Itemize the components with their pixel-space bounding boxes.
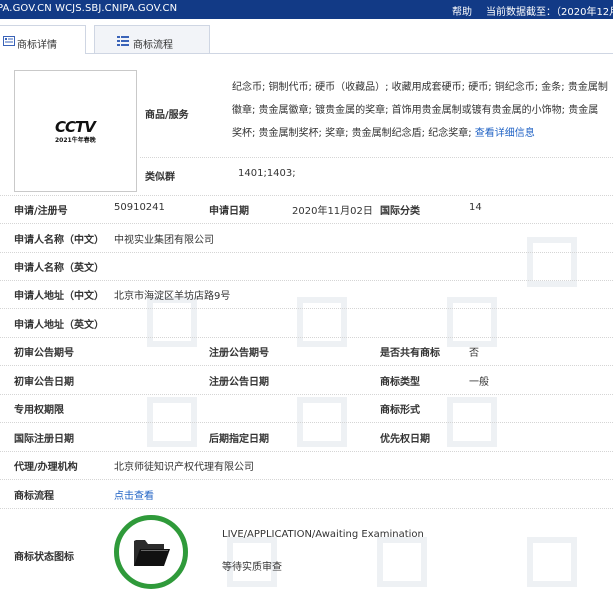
- applicant-addr-cn-value: 北京市海淀区羊坊店路9号: [114, 291, 231, 302]
- later-designation-label: 后期指定日期: [209, 434, 269, 445]
- view-details-link[interactable]: 查看详细信息: [475, 128, 535, 139]
- list-icon: [117, 36, 129, 46]
- divider: [0, 252, 613, 253]
- tab-trademark-details[interactable]: 商标详情: [0, 25, 86, 54]
- tab-trademark-flow[interactable]: 商标流程: [94, 25, 210, 53]
- intl-class-value: 14: [469, 202, 482, 213]
- applicant-name-en-label: 申请人名称（英文）: [14, 263, 104, 274]
- logo-subtitle: 2021牛年春晚: [55, 137, 96, 144]
- status-ring: [114, 515, 188, 589]
- shared-mark-value: 否: [469, 348, 479, 359]
- shared-mark-label: 是否共有商标: [380, 348, 440, 359]
- status-icon-label: 商标状态图标: [14, 552, 74, 563]
- divider: [140, 157, 613, 158]
- applicant-name-cn-value: 中视实业集团有限公司: [114, 235, 214, 246]
- goods-list: 纪念币; 铜制代币; 硬币（收藏品）; 收藏用成套硬币; 硬币; 铜纪念币; 金…: [232, 82, 608, 139]
- divider: [0, 394, 613, 395]
- agent-label: 代理/办理机构: [14, 462, 78, 473]
- divider: [0, 280, 613, 281]
- data-date: 当前数据截至：（2020年12月: [486, 7, 613, 18]
- status-en: LIVE/APPLICATION/Awaiting Examination: [222, 529, 424, 540]
- reg-announce-no-label: 注册公告期号: [209, 348, 269, 359]
- reg-no-label: 申请/注册号: [14, 206, 68, 217]
- goods-label: 商品/服务: [145, 110, 189, 121]
- divider: [0, 223, 613, 224]
- mark-type-value: 一般: [469, 377, 489, 388]
- tab-label: 商标流程: [133, 40, 173, 51]
- info-icon: [3, 36, 15, 46]
- flow-view-link[interactable]: 点击查看: [114, 487, 154, 502]
- reg-no-value: 50910241: [114, 202, 165, 213]
- similar-group-label: 类似群: [145, 172, 175, 183]
- divider: [0, 479, 613, 480]
- apply-date-label: 申请日期: [209, 206, 249, 217]
- divider: [0, 337, 613, 338]
- apply-date-value: 2020年11月02日: [292, 206, 373, 217]
- divider: [0, 508, 613, 509]
- folder-icon: [134, 540, 170, 566]
- intl-class-label: 国际分类: [380, 206, 420, 217]
- divider: [0, 365, 613, 366]
- flow-label: 商标流程: [14, 491, 54, 502]
- help-link[interactable]: 帮助: [452, 3, 472, 18]
- goods-text: 纪念币; 铜制代币; 硬币（收藏品）; 收藏用成套硬币; 硬币; 铜纪念币; 金…: [232, 76, 608, 145]
- applicant-name-cn-label: 申请人名称（中文）: [14, 235, 104, 246]
- logo-mark: CCTV: [55, 118, 96, 136]
- trademark-image: CCTV 2021牛年春晚: [14, 70, 137, 192]
- prelim-no-label: 初审公告期号: [14, 348, 74, 359]
- reg-announce-date-label: 注册公告日期: [209, 377, 269, 388]
- intl-reg-date-label: 国际注册日期: [14, 434, 74, 445]
- applicant-addr-en-label: 申请人地址（英文）: [14, 320, 104, 331]
- divider: [0, 422, 613, 423]
- applicant-addr-cn-label: 申请人地址（中文）: [14, 291, 104, 302]
- prelim-date-label: 初审公告日期: [14, 377, 74, 388]
- priority-date-label: 优先权日期: [380, 434, 430, 445]
- agent-value: 北京师徒知识产权代理有限公司: [114, 462, 254, 473]
- divider: [0, 451, 613, 452]
- mark-form-label: 商标形式: [380, 405, 420, 416]
- tab-bar: 商标详情 商标流程: [0, 25, 613, 54]
- tab-label: 商标详情: [17, 40, 57, 51]
- mark-type-label: 商标类型: [380, 377, 420, 388]
- divider: [0, 195, 613, 196]
- site-urls: IPA.GOV.CN WCJS.SBJ.CNIPA.GOV.CN: [0, 3, 178, 14]
- similar-group-value: 1401;1403;: [238, 168, 296, 179]
- top-bar: IPA.GOV.CN WCJS.SBJ.CNIPA.GOV.CN 帮助 当前数据…: [0, 0, 613, 19]
- exclusive-period-label: 专用权期限: [14, 405, 64, 416]
- status-cn: 等待实质审查: [222, 562, 282, 573]
- divider: [0, 308, 613, 309]
